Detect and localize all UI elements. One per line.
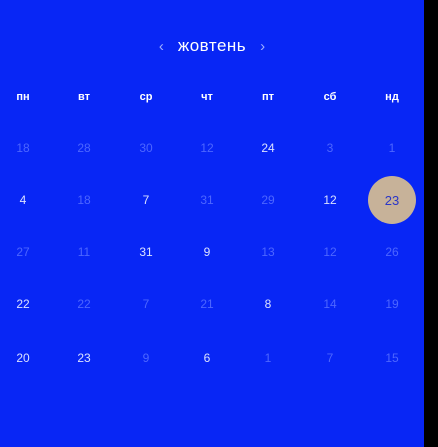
day-cell[interactable]: 4 [8,188,38,212]
day-cell[interactable]: 27 [8,240,38,264]
day-cell[interactable]: 15 [377,346,407,370]
selected-day-cell[interactable]: 23 [368,176,416,224]
day-cell[interactable]: 1 [377,136,407,160]
day-cell[interactable]: 23 [69,346,99,370]
week-row: 18 28 30 12 24 3 1 [0,136,424,160]
day-cell[interactable]: 18 [8,136,38,160]
day-cell[interactable]: 31 [131,240,161,264]
day-cell[interactable]: 22 [8,292,38,316]
chevron-right-icon[interactable]: › [260,39,265,54]
week-row: 20 23 9 6 1 7 15 [0,346,424,370]
week-row: 27 11 31 9 13 12 26 [0,240,424,264]
day-cell[interactable]: 18 [69,188,99,212]
day-cell[interactable]: 7 [315,346,345,370]
day-cell[interactable]: 22 [69,292,99,316]
weekday-header-row: пн вт ср чт пт сб нд [0,85,424,109]
day-cell[interactable]: 21 [192,292,222,316]
calendar-panel: ‹ жовтень › пн вт ср чт пт сб нд 18 28 30 1… [0,0,424,447]
day-cell[interactable]: 28 [69,136,99,160]
day-cell[interactable]: 1 [253,346,283,370]
day-cell[interactable]: 26 [377,240,407,264]
day-cell[interactable]: 7 [131,292,161,316]
day-cell[interactable]: 12 [192,136,222,160]
day-cell[interactable]: 24 [253,136,283,160]
day-cell[interactable]: 30 [131,136,161,160]
day-cell[interactable]: 13 [253,240,283,264]
weekday-label-fri: пт [261,91,275,103]
day-cell[interactable]: 6 [192,346,222,370]
weekday-label-thu: чт [201,91,213,103]
chevron-left-icon[interactable]: ‹ [159,39,164,54]
weekday-label-sat: сб [323,91,337,103]
week-row: 4 18 7 31 29 12 23 [0,176,424,224]
day-cell[interactable]: 9 [131,346,161,370]
day-cell[interactable]: 12 [315,188,345,212]
weekday-label-mon: пн [16,91,30,103]
weekday-label-wed: ср [139,91,153,103]
weekday-label-sun: нд [385,91,399,103]
day-cell[interactable]: 19 [377,292,407,316]
month-title: жовтень [177,36,247,55]
day-cell[interactable]: 29 [253,188,283,212]
day-cell[interactable]: 12 [315,240,345,264]
day-cell[interactable]: 8 [253,292,283,316]
day-cell[interactable]: 9 [192,240,222,264]
day-cell[interactable]: 20 [8,346,38,370]
day-cell[interactable]: 31 [192,188,222,212]
day-cell[interactable]: 11 [69,240,99,264]
weekday-label-tue: вт [77,91,90,103]
week-row: 22 22 7 21 8 14 19 [0,292,424,316]
day-cell[interactable]: 7 [131,188,161,212]
day-cell[interactable]: 3 [315,136,345,160]
calendar-header: ‹ жовтень › [0,35,424,57]
day-cell[interactable]: 14 [315,292,345,316]
